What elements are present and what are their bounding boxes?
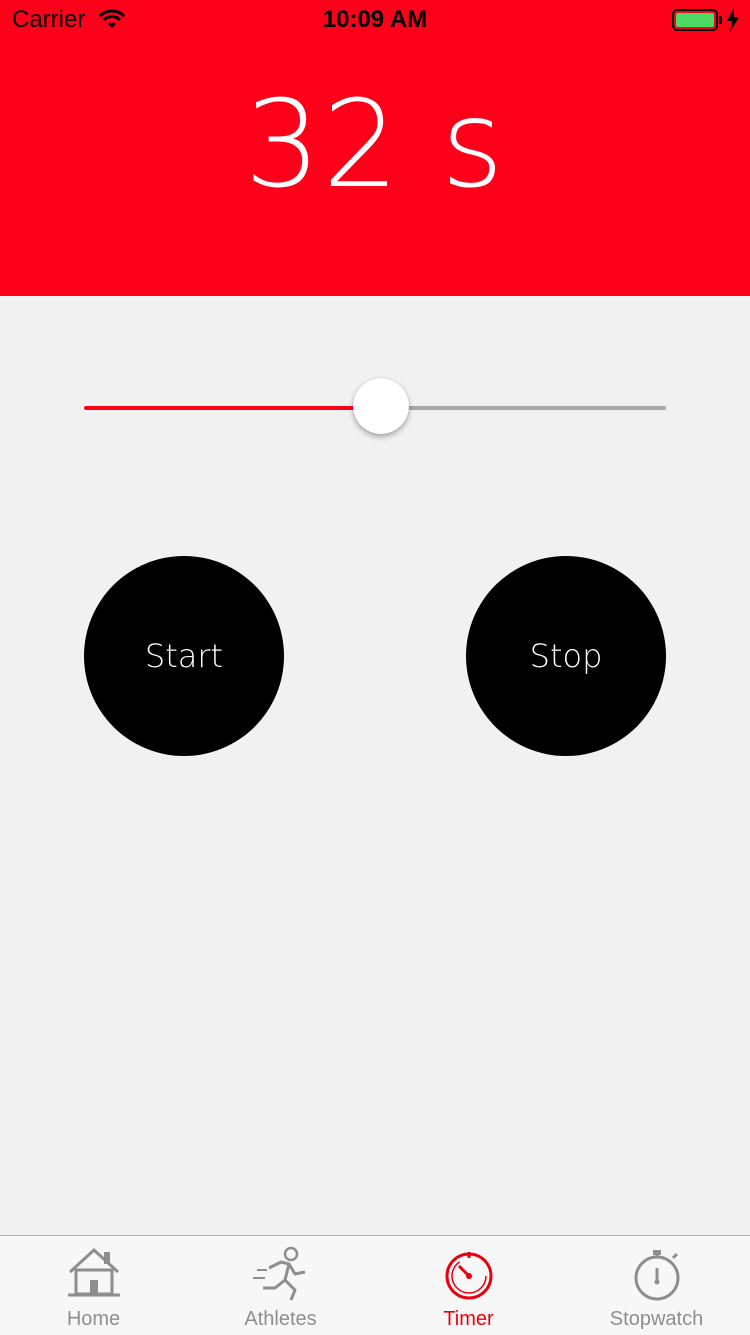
status-bar: Carrier 10:09 AM — [0, 0, 750, 40]
tab-stopwatch[interactable]: Stopwatch — [563, 1236, 750, 1335]
slider-track-empty[interactable] — [380, 406, 666, 410]
house-icon — [0, 1246, 187, 1302]
tab-label-timer: Timer — [443, 1308, 494, 1330]
charging-icon — [726, 8, 740, 36]
tab-label-stopwatch: Stopwatch — [609, 1308, 704, 1330]
tab-label-athletes: Athletes — [244, 1308, 317, 1330]
duration-slider[interactable] — [84, 376, 666, 436]
tab-bar: Home Athletes Timer Stopwatch — [0, 1235, 750, 1335]
start-button[interactable]: Start — [84, 556, 284, 756]
tab-timer[interactable]: Timer — [375, 1236, 562, 1335]
timer-icon — [375, 1246, 562, 1306]
slider-thumb[interactable] — [352, 378, 409, 434]
stop-button[interactable]: Stop — [466, 556, 666, 756]
runner-icon — [187, 1246, 374, 1310]
tab-label-home: Home — [66, 1308, 121, 1330]
tab-home[interactable]: Home — [0, 1236, 187, 1335]
tab-athletes[interactable]: Athletes — [187, 1236, 374, 1335]
status-time: 10:09 AM — [322, 6, 428, 33]
battery-icon — [672, 9, 724, 35]
stopwatch-icon — [563, 1246, 750, 1306]
timer-display: 32 s — [244, 76, 506, 215]
slider-track-filled[interactable] — [84, 406, 381, 410]
timer-header: Carrier 10:09 AM 32 s — [0, 0, 750, 296]
